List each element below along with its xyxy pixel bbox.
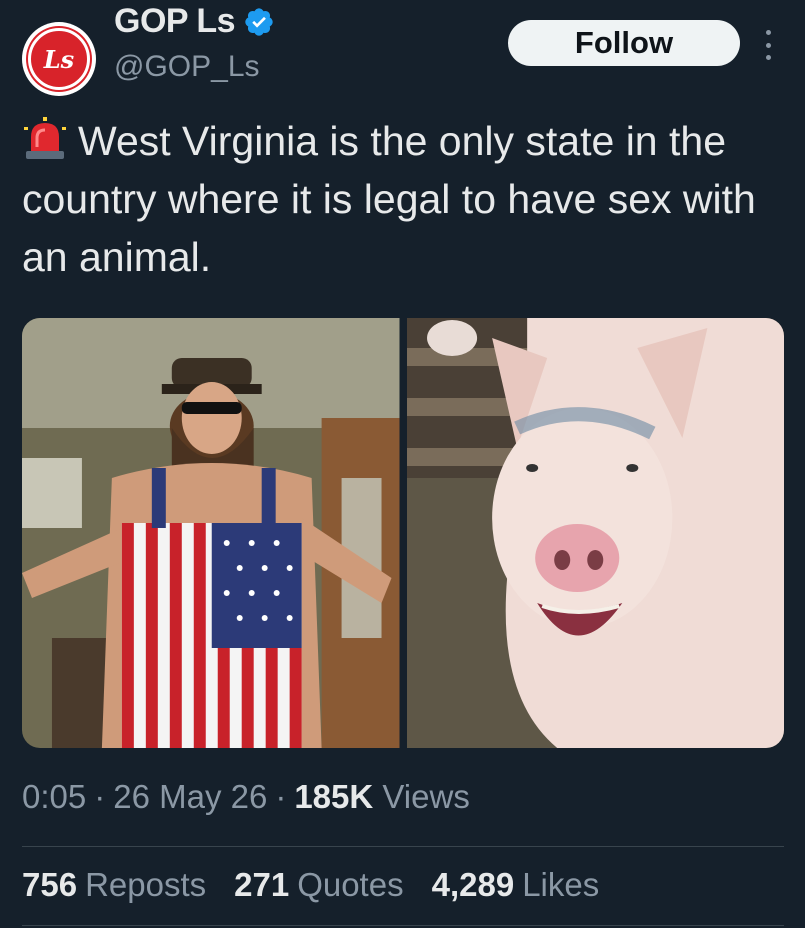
quotes-stat[interactable]: 271 Quotes: [234, 866, 403, 904]
quotes-label: Quotes: [297, 866, 404, 903]
tweet-time[interactable]: 0:05: [22, 778, 86, 815]
reposts-count: 756: [22, 866, 78, 903]
tweet-detail: Ls GOP Ls @GOP_Ls Follow West Virginia i…: [0, 0, 805, 928]
divider: [22, 925, 784, 926]
likes-stat[interactable]: 4,289 Likes: [432, 866, 600, 904]
media-photo-man[interactable]: [22, 318, 400, 748]
meta-separator: ·: [94, 778, 106, 815]
tweet-text: West Virginia is the only state in the c…: [22, 112, 782, 286]
tweet-meta: 0:05 · 26 May 26 · 185K Views: [22, 778, 470, 816]
divider: [22, 846, 784, 847]
engagement-stats: 756 Reposts 271 Quotes 4,289 Likes: [22, 866, 599, 904]
media-grid[interactable]: [22, 318, 784, 748]
tweet-body: West Virginia is the only state in the c…: [22, 118, 756, 280]
reposts-label: Reposts: [85, 866, 207, 903]
more-options-icon[interactable]: [762, 30, 774, 60]
verified-badge-icon: [245, 7, 273, 36]
author-name-row: GOP Ls: [114, 2, 275, 41]
follow-button[interactable]: Follow: [508, 20, 740, 66]
tweet-date[interactable]: 26 May 26: [113, 778, 267, 815]
likes-label: Likes: [522, 866, 600, 903]
likes-count: 4,289: [431, 866, 515, 903]
siren-icon: [24, 117, 66, 159]
avatar[interactable]: Ls: [22, 22, 96, 96]
media-photo-pig[interactable]: [406, 318, 784, 748]
quotes-count: 271: [234, 866, 290, 903]
views-count: 185K: [294, 778, 374, 815]
views-label: Views: [382, 778, 470, 815]
author-handle[interactable]: @GOP_Ls: [114, 50, 260, 84]
meta-separator: ·: [275, 778, 287, 815]
reposts-stat[interactable]: 756 Reposts: [22, 866, 206, 904]
avatar-logo: Ls: [28, 28, 90, 90]
display-name[interactable]: GOP Ls: [114, 2, 236, 41]
